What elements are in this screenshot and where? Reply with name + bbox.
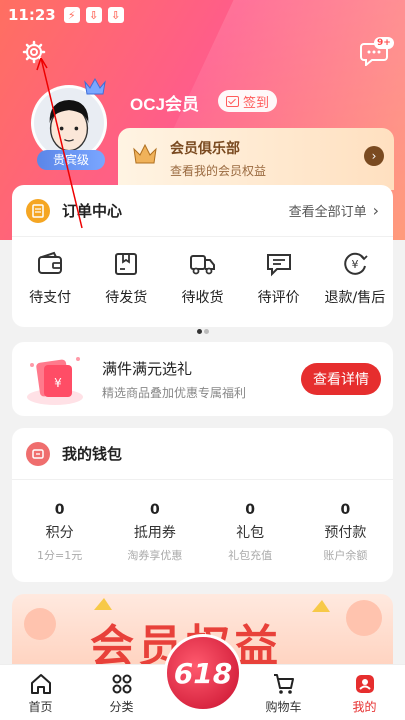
order-pending-payment[interactable]: 待支付 (16, 251, 84, 307)
avatar-face-icon (49, 99, 89, 152)
tab-label: 我的 (352, 700, 377, 714)
tab-home[interactable]: 首页 (0, 672, 81, 715)
wallet-label: 抵用券 (133, 525, 176, 541)
order-pending-shipment[interactable]: 待发货 (92, 251, 160, 307)
promo-subtitle: 精选商品叠加优惠专属福利 (102, 385, 247, 400)
wallet-gift-pack[interactable]: 0 礼包 礼包充值 (210, 502, 290, 563)
status-bar: 11:23 ⚡ ⇩ ⇩ (0, 0, 405, 30)
wallet-items: 0 积分 1分=1元 0 抵用券 淘券享优惠 0 礼包 礼包充值 0 预付款 账… (12, 480, 393, 563)
page-indicator (12, 319, 393, 338)
wallet-coupons[interactable]: 0 抵用券 淘券享优惠 (115, 502, 195, 563)
wallet-points[interactable]: 0 积分 1分=1元 (20, 502, 100, 563)
vip-crown-icon (84, 77, 106, 95)
wallet-value: 0 (340, 502, 351, 518)
gift-promo-card[interactable]: ¥ 满件满元选礼 精选商品叠加优惠专属福利 查看详情 (12, 342, 393, 416)
message-badge: 9+ (374, 37, 394, 49)
promo-title: 满件满元选礼 (102, 359, 193, 378)
home-icon (30, 674, 51, 694)
wallet-icon (26, 441, 50, 466)
wallet-value: 0 (245, 502, 255, 518)
page-dot-active (196, 329, 202, 334)
chevron-right-icon: › (372, 201, 379, 220)
settings-gear-icon[interactable] (22, 40, 46, 64)
wallet-desc: 1分=1元 (37, 549, 83, 562)
wallet-label: 积分 (45, 525, 74, 541)
order-center-card: 订单中心 查看全部订单 › 待支付 待发货 待收货 待评价 ¥ 退款/售后 (12, 185, 393, 334)
order-status-label: 待收货 (181, 290, 224, 306)
promo-618-label: 618 (173, 656, 233, 690)
tab-label: 购物车 (265, 700, 302, 714)
club-title: 会员俱乐部 (170, 141, 240, 157)
cart-icon (273, 674, 294, 694)
tab-profile[interactable]: 我的 (324, 672, 405, 715)
tab-category[interactable]: 分类 (81, 672, 162, 715)
tab-cart[interactable]: 购物车 (243, 672, 324, 715)
wallet-prepaid[interactable]: 0 预付款 账户余额 (305, 502, 385, 563)
order-center-header[interactable]: 订单中心 查看全部订单 › (12, 185, 393, 237)
truck-icon (190, 255, 216, 275)
tab-label: 首页 (28, 700, 53, 714)
page-dot (203, 329, 209, 334)
tab-618-promo[interactable]: 618 (164, 634, 242, 712)
status-time: 11:23 (8, 6, 56, 24)
wallet-label: 预付款 (324, 525, 367, 541)
wallet-title: 我的钱包 (62, 445, 123, 463)
wallet-header: 我的钱包 (12, 428, 393, 480)
package-icon (115, 253, 138, 275)
wallet-label: 礼包 (236, 525, 265, 541)
order-refund-aftersale[interactable]: ¥ 退款/售后 (321, 251, 389, 307)
order-status-label: 待评价 (257, 290, 300, 306)
club-subtitle: 查看我的会员权益 (170, 164, 267, 178)
crown-icon (133, 143, 157, 164)
tab-label: 分类 (109, 700, 134, 714)
wallet-card: 我的钱包 0 积分 1分=1元 0 抵用券 淘券享优惠 0 礼包 礼包充值 0 … (12, 428, 393, 582)
wallet-icon (38, 251, 63, 274)
app-notification-icon: ⚡ (63, 7, 80, 23)
order-pending-receipt[interactable]: 待收货 (168, 251, 236, 307)
username: OCJ会员 (130, 95, 199, 114)
wallet-desc: 礼包充值 (228, 549, 273, 562)
order-status-label: 退款/售后 (324, 290, 386, 306)
gift-voucher-icon: ¥ (27, 357, 83, 405)
wallet-value: 0 (150, 502, 160, 518)
svg-text:¥: ¥ (54, 376, 62, 390)
profile-icon (355, 675, 374, 693)
svg-text:¥: ¥ (351, 258, 358, 271)
order-status-row: 待支付 待发货 待收货 待评价 ¥ 退款/售后 (12, 237, 393, 307)
order-status-label: 待支付 (29, 290, 72, 306)
checkbox-icon (226, 95, 239, 107)
member-club-entry[interactable]: 会员俱乐部 查看我的会员权益 › (118, 128, 394, 190)
order-center-title: 订单中心 (62, 202, 123, 220)
view-all-orders-link[interactable]: 查看全部订单 (289, 201, 367, 220)
order-pending-review[interactable]: 待评价 (245, 251, 313, 307)
refund-icon: ¥ (344, 252, 368, 275)
wallet-value: 0 (54, 502, 65, 518)
wallet-desc: 账户余额 (323, 549, 368, 562)
document-icon (26, 198, 50, 223)
wallet-desc: 淘券享优惠 (127, 549, 183, 562)
view-details-button[interactable]: 查看详情 (301, 363, 381, 395)
category-icon (112, 674, 131, 694)
download-icon: ⇩ (85, 7, 102, 23)
comment-icon (266, 254, 291, 277)
signin-button[interactable]: 签到 (218, 90, 278, 112)
download-icon: ⇩ (107, 7, 124, 23)
member-level-badge: 贵宾级 (37, 150, 105, 170)
signin-label: 签到 (243, 95, 270, 111)
chevron-right-icon: › (364, 146, 384, 166)
order-status-label: 待发货 (105, 290, 148, 306)
